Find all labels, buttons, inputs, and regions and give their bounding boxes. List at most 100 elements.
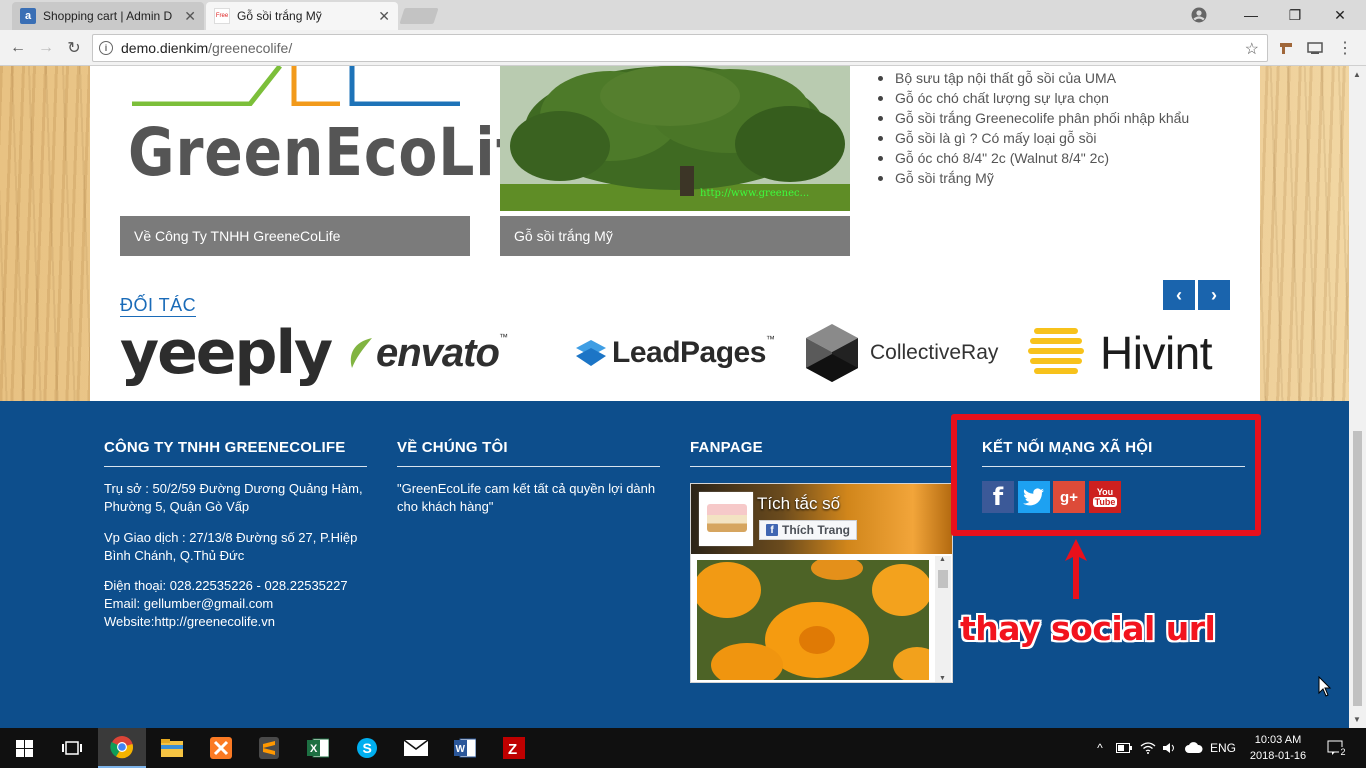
page-scrollbar[interactable]: ▲ ▼ bbox=[1349, 66, 1366, 728]
like-label: Thích Trang bbox=[782, 523, 851, 537]
post-link[interactable]: Gỗ sồi trắng Greenecolife phân phối nhập… bbox=[878, 108, 1189, 128]
excel-icon[interactable]: X bbox=[294, 728, 342, 768]
xampp-icon[interactable] bbox=[197, 728, 245, 768]
battery-icon[interactable] bbox=[1114, 728, 1134, 768]
company-phone: Điện thoại: 028.22535226 - 028.22535227 bbox=[104, 578, 348, 593]
partners-prev-button[interactable]: ‹ bbox=[1163, 280, 1195, 310]
fanpage-name[interactable]: Tích tắc số bbox=[757, 494, 840, 514]
scrollbar-thumb[interactable] bbox=[1353, 431, 1362, 706]
post-link[interactable]: Gỗ sồi là gì ? Có mấy loại gỗ sồi bbox=[878, 128, 1189, 148]
recent-posts-list: Bộ sưu tập nội thất gỗ sồi của UMA Gỗ óc… bbox=[878, 68, 1189, 188]
word-icon[interactable]: W bbox=[441, 728, 489, 768]
reload-button[interactable]: ↻ bbox=[62, 36, 86, 60]
skype-icon[interactable]: S bbox=[343, 728, 391, 768]
trademark-mark: ™ bbox=[765, 334, 775, 344]
footer-about: VỀ CHÚNG TÔI "GreenEcoLife cam kết tất c… bbox=[397, 439, 660, 516]
sublime-text-icon[interactable] bbox=[245, 728, 293, 768]
restore-button[interactable]: ❐ bbox=[1272, 0, 1318, 30]
footer-company-title: CÔNG TY TNHH GREENECOLIFE bbox=[104, 439, 367, 467]
task-view-icon[interactable] bbox=[48, 728, 96, 768]
footer-fanpage: FANPAGE bbox=[690, 439, 953, 467]
url-path: /greenecolife/ bbox=[208, 40, 293, 56]
company-email[interactable]: Email: gellumber@gmail.com bbox=[104, 595, 367, 613]
new-tab-button[interactable] bbox=[399, 8, 439, 24]
hivint-sun-icon bbox=[1028, 328, 1084, 374]
address-bar[interactable]: i demo.dienkim/greenecolife/ ☆ bbox=[92, 34, 1268, 62]
mouse-cursor-icon bbox=[1318, 676, 1332, 697]
post-link[interactable]: Gỗ óc chó chất lượng sự lựa chọn bbox=[878, 88, 1189, 108]
card-go-soi-trang-my[interactable]: http://www.greenec... Gỗ sồi trắng Mỹ bbox=[500, 66, 850, 256]
annotation-arrow-icon bbox=[1065, 539, 1087, 599]
partner-logo-yeeply[interactable]: yeeply bbox=[120, 318, 333, 388]
annotation-text: thay social url bbox=[960, 609, 1216, 648]
facebook-icon: f bbox=[766, 524, 778, 536]
file-explorer-icon[interactable] bbox=[148, 728, 196, 768]
action-center-icon[interactable]: 2 bbox=[1322, 728, 1352, 768]
bookmark-star-icon[interactable]: ☆ bbox=[1245, 39, 1259, 59]
tab-title: Shopping cart | Admin D bbox=[43, 9, 173, 23]
post-link[interactable]: Gỗ óc chó 8/4" 2c (Walnut 8/4" 2c) bbox=[878, 148, 1189, 168]
company-office: Vp Giao dịch : 27/13/8 Đường số 27, P.Hi… bbox=[104, 530, 358, 563]
clock-date: 2018-01-16 bbox=[1249, 750, 1307, 762]
cast-icon[interactable] bbox=[1306, 39, 1324, 57]
card-caption[interactable]: Gỗ sồi trắng Mỹ bbox=[500, 216, 850, 256]
site-footer: CÔNG TY TNHH GREENECOLIFE Trụ sở : 50/2/… bbox=[0, 401, 1349, 728]
fanpage-scrollbar[interactable]: ▲ ▼ bbox=[935, 556, 951, 682]
envato-leaf-icon bbox=[350, 338, 372, 368]
tab-go-soi-trang-my[interactable]: Free Gỗ sồi trắng Mỹ ✕ bbox=[206, 2, 398, 30]
tray-chevron-icon[interactable]: ^ bbox=[1090, 728, 1110, 768]
site-favicon-icon: Free bbox=[214, 8, 230, 24]
logo-text: GreenEcoLife bbox=[128, 114, 561, 191]
about-text: "GreenEcoLife cam kết tất cả quyền lợi d… bbox=[397, 481, 656, 514]
partner-name: Hivint bbox=[1100, 327, 1213, 379]
taskbar-clock[interactable]: 10:03 AM 2018-01-16 bbox=[1240, 732, 1316, 764]
post-link[interactable]: Bộ sưu tập nội thất gỗ sồi của UMA bbox=[878, 68, 1189, 88]
partners-next-button[interactable]: › bbox=[1198, 280, 1230, 310]
logo-graphic-icon bbox=[132, 66, 460, 106]
back-button[interactable]: ← bbox=[6, 36, 30, 60]
mail-icon[interactable] bbox=[392, 728, 440, 768]
forward-button[interactable]: → bbox=[34, 36, 58, 60]
menu-icon[interactable]: ⋮ bbox=[1336, 39, 1354, 57]
partner-logo-envato[interactable]: envato ™ bbox=[346, 318, 508, 388]
card-about-company[interactable]: GreenEcoLife Về Công Ty TNHH GreeneCoLif… bbox=[120, 66, 560, 256]
tab-title: Gỗ sồi trắng Mỹ bbox=[237, 9, 322, 23]
browser-titlebar: a Shopping cart | Admin D ✕ Free Gỗ sồi … bbox=[0, 0, 1366, 30]
close-tab-icon[interactable]: ✕ bbox=[184, 8, 196, 25]
site-info-icon[interactable]: i bbox=[99, 41, 113, 55]
close-window-button[interactable]: ✕ bbox=[1317, 0, 1363, 30]
svg-text:S: S bbox=[363, 740, 372, 756]
filezilla-icon[interactable]: Z bbox=[490, 728, 538, 768]
fanpage-post-image[interactable] bbox=[697, 560, 929, 680]
partner-logo-collectiveray[interactable]: CollectiveRay bbox=[804, 318, 998, 388]
extension-icon[interactable] bbox=[1277, 39, 1295, 57]
volume-icon[interactable] bbox=[1160, 728, 1180, 768]
language-indicator[interactable]: ENG bbox=[1208, 728, 1238, 768]
wifi-icon[interactable] bbox=[1138, 728, 1158, 768]
admin-favicon-icon: a bbox=[20, 8, 36, 24]
oak-tree-image[interactable]: http://www.greenec... bbox=[500, 66, 850, 211]
profile-icon[interactable] bbox=[1190, 6, 1208, 24]
start-button[interactable] bbox=[0, 728, 48, 768]
post-link[interactable]: Gỗ sồi trắng Mỹ bbox=[878, 168, 1189, 188]
browser-toolbar: ← → ↻ i demo.dienkim/greenecolife/ ☆ ⋮ bbox=[0, 30, 1366, 66]
close-tab-icon[interactable]: ✕ bbox=[378, 8, 390, 25]
fanpage-like-button[interactable]: f Thích Trang bbox=[759, 520, 858, 540]
partner-name: LeadPages bbox=[612, 336, 766, 369]
clock-time: 10:03 AM bbox=[1254, 734, 1302, 746]
page-viewport: GreenEcoLife Về Công Ty TNHH GreeneCoLif… bbox=[0, 66, 1349, 728]
partner-name: CollectiveRay bbox=[870, 341, 999, 364]
annotation-highlight-box bbox=[951, 414, 1261, 536]
chrome-icon[interactable] bbox=[98, 728, 146, 768]
minimize-button[interactable]: — bbox=[1228, 0, 1274, 30]
tab-shopping-cart[interactable]: a Shopping cart | Admin D ✕ bbox=[12, 2, 204, 30]
partner-logo-hivint[interactable]: Hivint bbox=[1028, 318, 1213, 388]
company-website[interactable]: Website:http://greenecolife.vn bbox=[104, 613, 367, 631]
card-caption[interactable]: Về Công Ty TNHH GreeneCoLife bbox=[120, 216, 470, 256]
facebook-page-widget[interactable]: Tích tắc số f Thích Trang ▲ ▼ bbox=[690, 483, 953, 683]
partner-name: envato bbox=[376, 330, 500, 375]
onedrive-icon[interactable] bbox=[1184, 728, 1204, 768]
windows-taskbar: X S W Z ^ ENG 10:03 AM 2018-01-16 2 bbox=[0, 728, 1366, 768]
partner-logo-leadpages[interactable]: LeadPages ™ bbox=[574, 318, 775, 388]
fanpage-avatar[interactable] bbox=[699, 492, 753, 546]
